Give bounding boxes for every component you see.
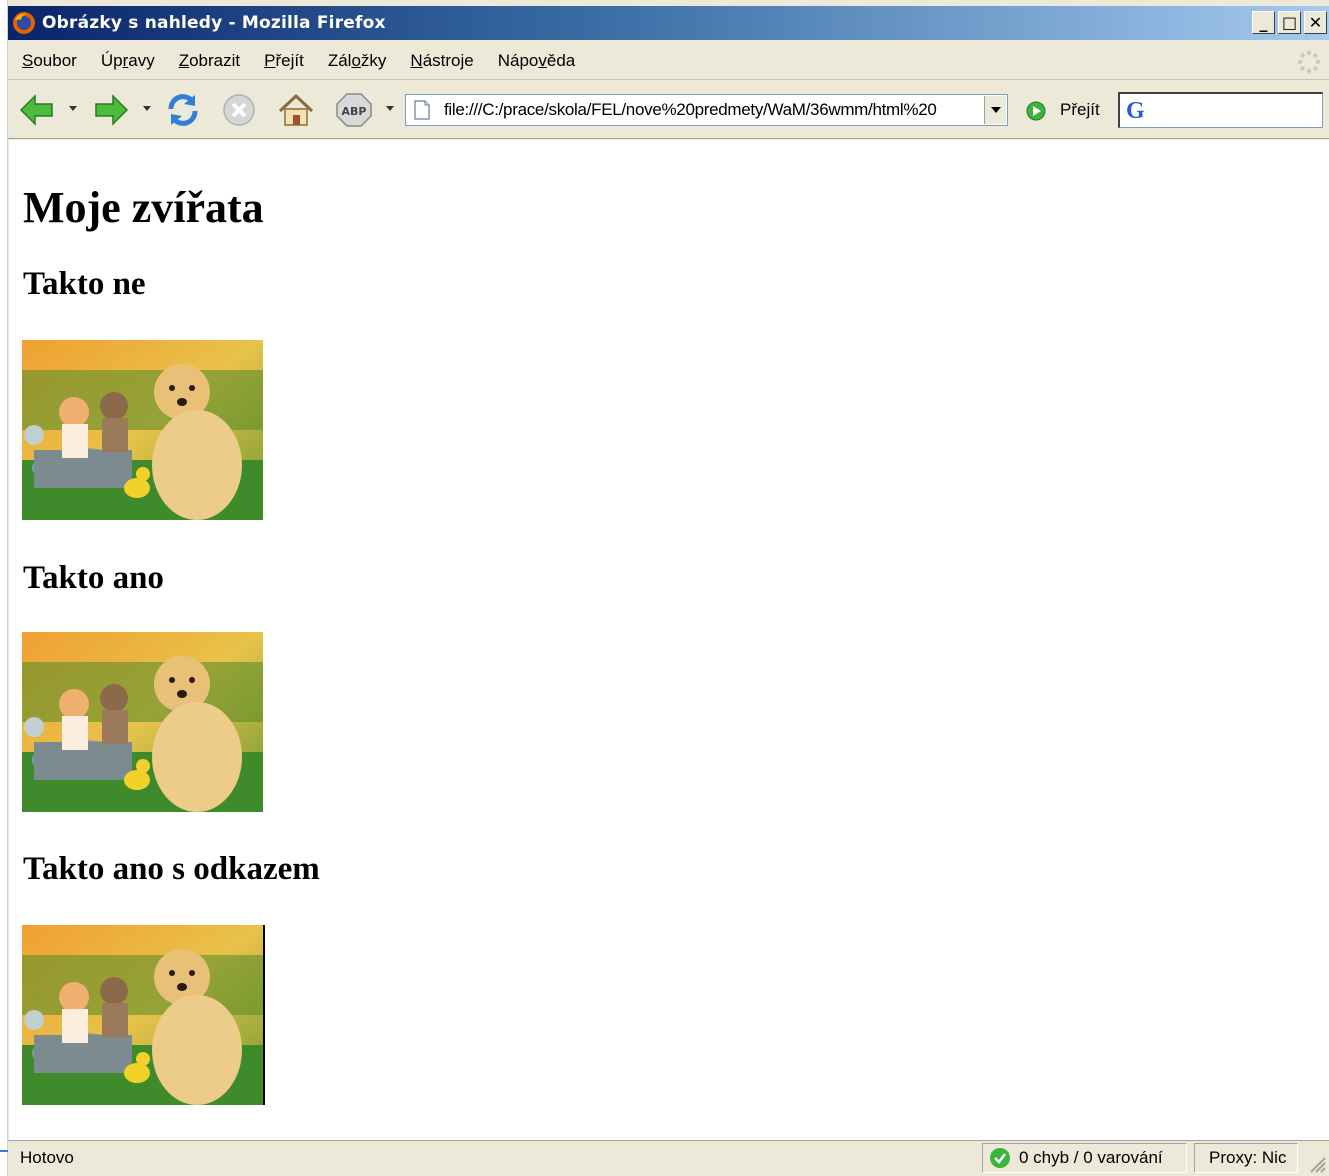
- check-icon: [990, 1148, 1010, 1168]
- menu-zobrazit[interactable]: Zobrazit: [179, 51, 240, 71]
- validator-text: 0 chyb / 0 varování: [1019, 1148, 1163, 1167]
- go-icon[interactable]: [1026, 101, 1046, 121]
- throbber-icon: [1297, 50, 1321, 74]
- left-edge: [0, 0, 8, 1176]
- stop-icon[interactable]: [220, 91, 258, 129]
- resize-grip-icon[interactable]: [1305, 1152, 1327, 1174]
- menu-napoveda[interactable]: Nápověda: [498, 51, 576, 71]
- title-bar[interactable]: Obrázky s nahledy - Mozilla Firefox _ □ …: [8, 6, 1329, 40]
- menu-zalozky[interactable]: Záložky: [328, 51, 387, 71]
- url-text[interactable]: file:///C:/prace/skola/FEL/nove%20predme…: [444, 100, 964, 120]
- close-button[interactable]: ✕: [1304, 11, 1327, 34]
- navigation-toolbar: ABP file:///C:/prace/skola/FEL/nove%20pr…: [8, 81, 1329, 139]
- window-title: Obrázky s nahledy - Mozilla Firefox: [42, 13, 386, 33]
- google-search-icon[interactable]: G: [1126, 98, 1145, 125]
- menu-bar: Soubor Úpravy Zobrazit Přejít Záložky Ná…: [8, 42, 1329, 80]
- menu-upravy[interactable]: Úpravy: [101, 51, 155, 71]
- status-text: Hotovo: [20, 1148, 74, 1167]
- section-heading-takto-ano: Takto ano: [23, 560, 164, 596]
- reload-icon[interactable]: [164, 91, 202, 129]
- menu-soubor[interactable]: Soubor: [22, 51, 77, 71]
- page-icon: [414, 100, 430, 120]
- section-heading-takto-ne: Takto ne: [23, 266, 146, 302]
- page-heading: Moje zvířata: [23, 183, 264, 232]
- url-history-dropdown[interactable]: [984, 96, 1006, 124]
- validator-status[interactable]: 0 chyb / 0 varování: [982, 1143, 1187, 1173]
- back-arrow-icon[interactable]: [18, 91, 56, 129]
- address-bar[interactable]: file:///C:/prace/skola/FEL/nove%20predme…: [405, 94, 1008, 126]
- menu-nastroje[interactable]: Nástroje: [410, 51, 473, 71]
- page-content: Moje zvířata Takto ne Takto ano Takto an…: [9, 140, 1329, 1140]
- browser-window: Obrázky s nahledy - Mozilla Firefox _ □ …: [0, 0, 1329, 1176]
- minimize-button[interactable]: _: [1252, 11, 1275, 34]
- go-button[interactable]: Přejít: [1060, 100, 1100, 120]
- forward-arrow-icon[interactable]: [92, 91, 130, 129]
- proxy-status[interactable]: Proxy: Nic: [1194, 1143, 1298, 1173]
- back-history-dropdown[interactable]: [69, 106, 77, 111]
- menu-prejit[interactable]: Přejít: [264, 51, 304, 71]
- maximize-button[interactable]: □: [1278, 11, 1301, 34]
- proxy-text: Proxy: Nic: [1209, 1148, 1287, 1167]
- forward-history-dropdown[interactable]: [143, 106, 151, 111]
- svg-text:ABP: ABP: [342, 105, 367, 118]
- animal-photo-thumbnail: [22, 340, 263, 520]
- animal-photo-link[interactable]: [22, 925, 265, 1105]
- left-edge-marker: [0, 1150, 8, 1160]
- home-icon[interactable]: [276, 91, 316, 129]
- status-bar: Hotovo 0 chyb / 0 varování Proxy: Nic: [8, 1140, 1329, 1176]
- firefox-icon: [13, 12, 35, 34]
- animal-photo-thumbnail: [22, 632, 263, 812]
- adblock-dropdown[interactable]: [386, 106, 394, 111]
- section-heading-takto-ano-s-odkazem: Takto ano s odkazem: [23, 851, 320, 887]
- chevron-down-icon: [990, 107, 1001, 113]
- search-input[interactable]: G: [1118, 92, 1323, 128]
- adblock-icon[interactable]: ABP: [334, 91, 374, 129]
